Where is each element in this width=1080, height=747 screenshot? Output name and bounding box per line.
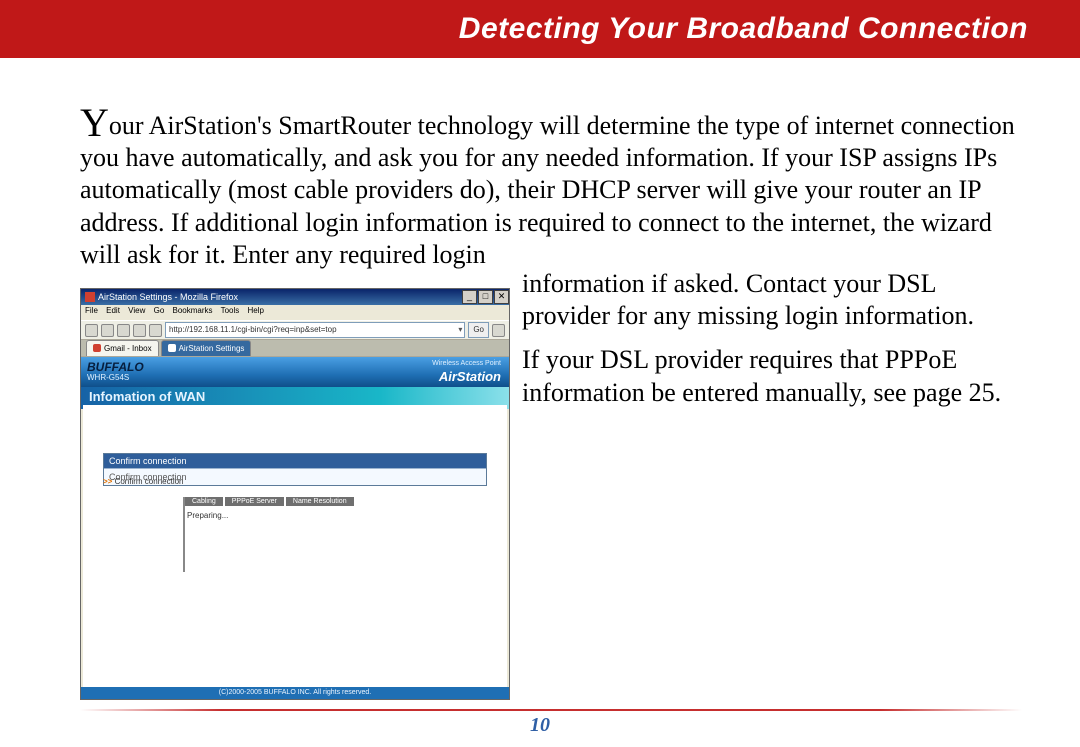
col-name-res: Name Resolution: [286, 497, 354, 506]
body-p1-wrap: information if asked. Contact your DSL p…: [522, 268, 1022, 332]
tab-strip: Gmail - Inbox AirStation Settings: [81, 340, 509, 357]
gmail-icon: [93, 344, 101, 352]
back-button[interactable]: [85, 324, 98, 337]
wap-label: Wireless Access Point: [432, 360, 501, 367]
airstation-tab-icon: [168, 344, 176, 352]
col-cabling: Cabling: [185, 497, 223, 506]
content-pane: Confirm connection Confirm connection >>…: [83, 405, 507, 687]
stop-button[interactable]: [133, 324, 146, 337]
page-number: 10: [0, 714, 1080, 737]
menu-help[interactable]: Help: [248, 306, 264, 315]
tab-airstation[interactable]: AirStation Settings: [161, 340, 252, 356]
body-p1-top: our AirStation's SmartRouter technology …: [80, 111, 1015, 269]
home-button[interactable]: [149, 324, 162, 337]
preparing-text: Preparing...: [187, 511, 228, 520]
forward-button[interactable]: [101, 324, 114, 337]
tab-gmail[interactable]: Gmail - Inbox: [86, 340, 159, 356]
reload-button[interactable]: [117, 324, 130, 337]
close-button[interactable]: ✕: [494, 290, 509, 304]
menu-bar[interactable]: File Edit View Go Bookmarks Tools Help: [81, 305, 509, 320]
menu-file[interactable]: File: [85, 306, 98, 315]
page-title: Detecting Your Broadband Connection: [459, 12, 1028, 46]
header-banner: Detecting Your Broadband Connection: [0, 0, 1080, 58]
status-box-rule: [183, 497, 185, 572]
window-title-text: AirStation Settings - Mozilla Firefox: [98, 292, 238, 302]
drop-cap: Y: [80, 100, 109, 145]
col-pppoe: PPPoE Server: [225, 497, 284, 506]
firefox-icon: [85, 292, 95, 302]
body-p2: If your DSL provider requires that PPPoE…: [522, 344, 1022, 408]
airstation-label: AirStation: [439, 369, 501, 384]
menu-view[interactable]: View: [128, 306, 145, 315]
confirm-header: Confirm connection: [104, 454, 486, 468]
breadcrumb-marker: >>: [103, 477, 112, 486]
minimize-button[interactable]: _: [462, 290, 477, 304]
address-bar[interactable]: http://192.168.11.1/cgi-bin/cgi?req=inp&…: [165, 322, 465, 338]
embedded-screenshot: AirStation Settings - Mozilla Firefox _□…: [80, 288, 510, 700]
airstation-header: BUFFALO WHR-G54S Wireless Access Point A…: [81, 357, 509, 387]
body-paragraph-1: Your AirStation's SmartRouter technology…: [80, 110, 1022, 271]
nav-toolbar: http://192.168.11.1/cgi-bin/cgi?req=inp&…: [81, 320, 509, 340]
maximize-button[interactable]: □: [478, 290, 493, 304]
status-columns: Cabling PPPoE Server Name Resolution: [185, 497, 356, 506]
footer-rule: [80, 709, 1022, 711]
menu-edit[interactable]: Edit: [106, 306, 120, 315]
menu-tools[interactable]: Tools: [221, 306, 240, 315]
airstation-footer: (C)2000-2005 BUFFALO INC. All rights res…: [81, 687, 509, 699]
menu-go[interactable]: Go: [154, 306, 165, 315]
go-button[interactable]: Go: [468, 322, 489, 338]
menu-bookmarks[interactable]: Bookmarks: [173, 306, 213, 315]
model-label: WHR-G54S: [87, 373, 129, 382]
search-button[interactable]: [492, 324, 505, 337]
buffalo-logo: BUFFALO: [87, 360, 144, 374]
window-titlebar: AirStation Settings - Mozilla Firefox _□…: [81, 289, 509, 305]
breadcrumb: >> Confirm connection: [103, 477, 184, 486]
